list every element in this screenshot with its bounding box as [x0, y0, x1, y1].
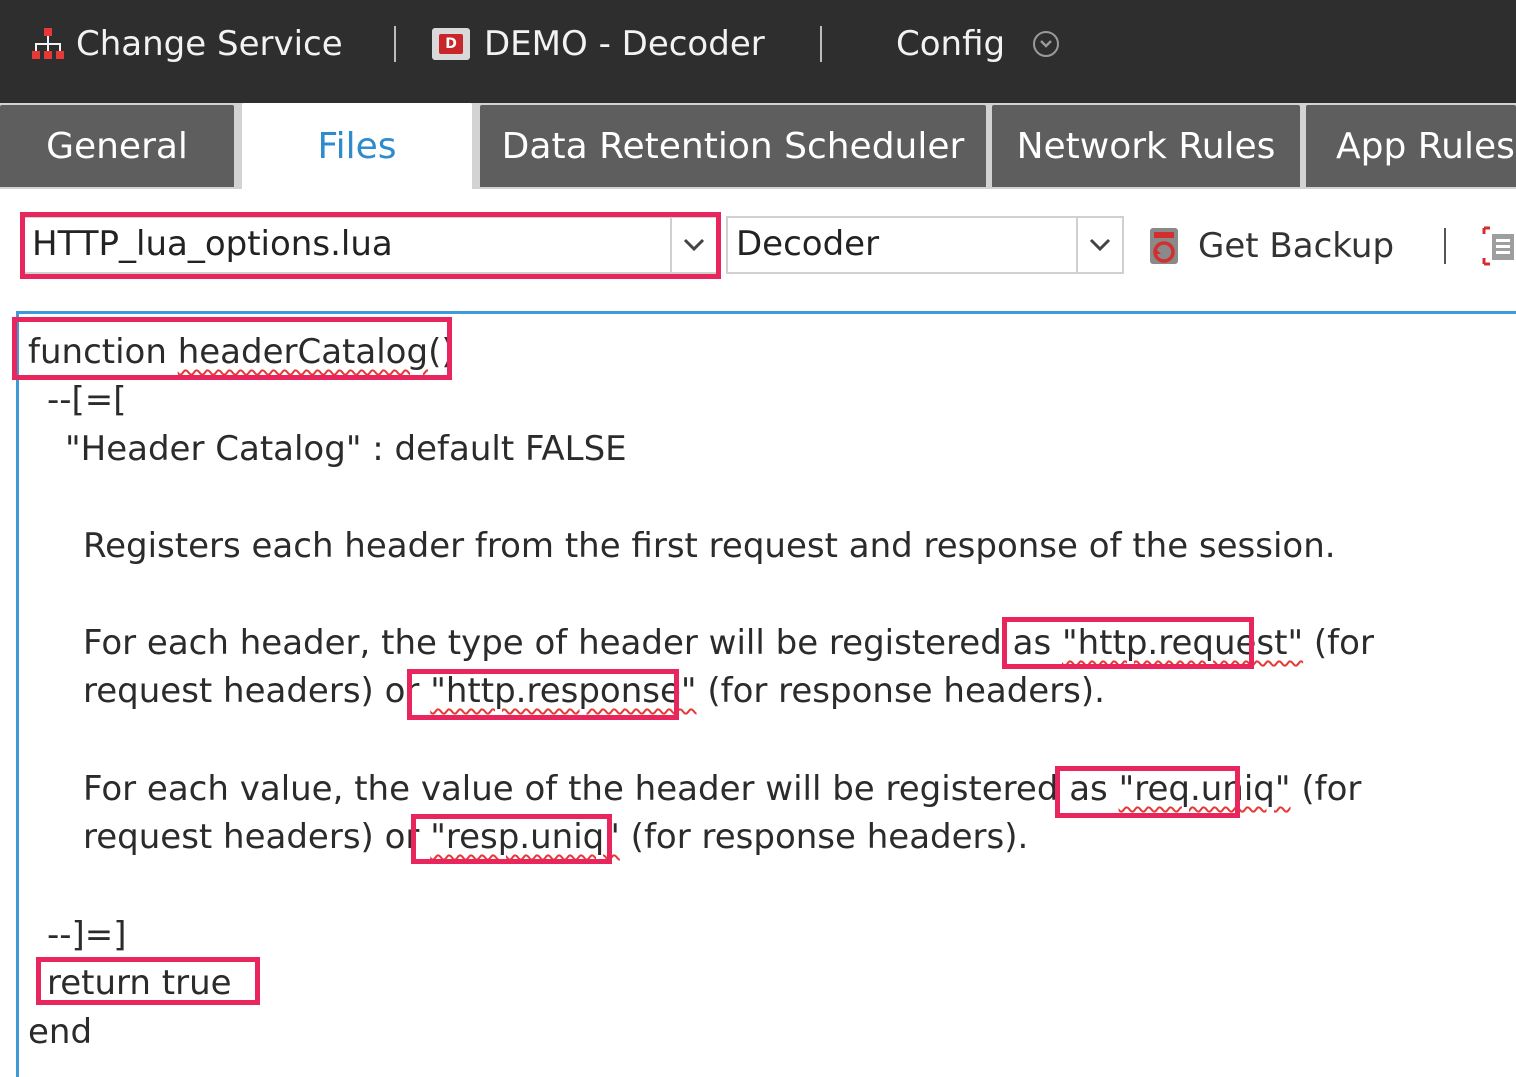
file-select[interactable]: HTTP_lua_options.lua	[22, 216, 718, 274]
tab-files[interactable]: Files	[242, 103, 472, 189]
code-line: "Header Catalog" : default FALSE	[65, 429, 627, 469]
tab-general[interactable]: General	[0, 105, 234, 187]
code-line: For each value, the value of the header …	[83, 769, 1362, 809]
device-label: DEMO - Decoder	[484, 24, 765, 64]
chevron-down-icon[interactable]	[670, 218, 716, 272]
chevron-down-icon[interactable]	[1076, 218, 1122, 272]
get-backup-button[interactable]: Get Backup	[1146, 220, 1394, 272]
code-line: function headerCatalog()	[28, 332, 455, 372]
code-line: --]=]	[47, 915, 127, 955]
top-navigation-bar: Change Service D DEMO - Decoder Config	[0, 0, 1516, 103]
change-service-icon	[30, 26, 66, 62]
code-line: --[=[	[47, 380, 127, 420]
code-editor[interactable]: function headerCatalog() --[=[ "Header C…	[16, 311, 1516, 1077]
file-select-value: HTTP_lua_options.lua	[32, 224, 393, 264]
code-line: request headers) or "http.response" (for…	[83, 671, 1105, 711]
code-line: Registers each header from the first req…	[83, 526, 1336, 566]
code-line: For each header, the type of header will…	[83, 623, 1374, 663]
get-backup-label: Get Backup	[1198, 226, 1395, 266]
code-line: end	[28, 1012, 93, 1052]
change-service-label: Change Service	[76, 24, 343, 64]
document-icon[interactable]	[1482, 224, 1516, 268]
tab-app-rules[interactable]: App Rules	[1306, 105, 1516, 187]
view-selector[interactable]: Config	[896, 22, 1060, 66]
topbar-divider	[820, 26, 822, 62]
chevron-down-circle-icon[interactable]	[1033, 31, 1060, 57]
tab-strip: General Files Data Retention Scheduler N…	[0, 103, 1516, 189]
decoder-device-icon: D	[432, 28, 470, 60]
service-select-value: Decoder	[736, 224, 880, 264]
device-selector[interactable]: D DEMO - Decoder	[432, 22, 765, 66]
change-service-button[interactable]: Change Service	[30, 22, 343, 66]
toolbar-divider	[1444, 228, 1446, 264]
view-label: Config	[896, 24, 1006, 64]
code-line: return true	[47, 963, 232, 1003]
tab-network-rules[interactable]: Network Rules	[992, 105, 1300, 187]
tab-data-retention-scheduler[interactable]: Data Retention Scheduler	[480, 105, 986, 187]
topbar-divider	[394, 26, 396, 62]
code-line: request headers) or "resp.uniq" (for res…	[83, 817, 1029, 857]
backup-icon	[1146, 226, 1182, 266]
service-select[interactable]: Decoder	[726, 216, 1124, 274]
